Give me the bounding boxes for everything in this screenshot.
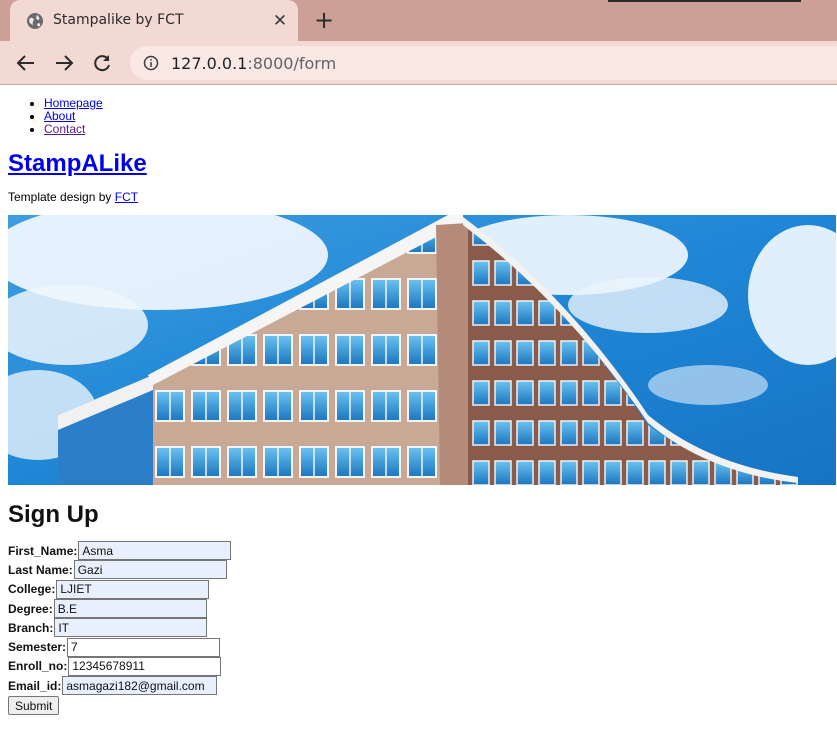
form-row-first-name: First_Name: (8, 541, 829, 561)
branch-input[interactable] (54, 618, 208, 638)
close-tab-icon[interactable]: ✕ (270, 11, 290, 31)
first-name-label: First_Name: (8, 543, 78, 558)
reload-icon[interactable] (91, 52, 113, 74)
tab-strip: Stampalike by FCT ✕ + (0, 0, 837, 41)
info-icon[interactable] (143, 55, 159, 71)
nav-link-about[interactable]: About (44, 109, 75, 123)
email-label: Email_id: (8, 678, 62, 693)
semester-label: Semester: (8, 640, 67, 655)
window-edge (608, 0, 801, 2)
nav-menu: Homepage About Contact (8, 97, 829, 136)
form-row-enroll-no: Enroll_no: (8, 656, 829, 676)
first-name-input[interactable] (78, 541, 232, 561)
url-text: 127.0.0.1:8000/form (171, 54, 336, 73)
browser-tab[interactable]: Stampalike by FCT ✕ (10, 0, 298, 41)
last-name-input[interactable] (73, 560, 227, 580)
enroll-no-label: Enroll_no: (8, 659, 68, 674)
back-arrow-icon[interactable] (15, 52, 37, 74)
url-path: :8000/form (247, 54, 337, 73)
page-content: Homepage About Contact StampALike Templa… (0, 97, 837, 716)
browser-chrome: Stampalike by FCT ✕ + 127.0.0.1:8000/for… (0, 0, 837, 85)
form-row-email: Email_id: (8, 676, 829, 696)
nav-item: Homepage (44, 97, 829, 110)
nav-link-contact[interactable]: Contact (44, 122, 85, 136)
credit-text: Template design by (8, 190, 115, 204)
submit-button[interactable]: Submit (8, 696, 60, 716)
new-tab-icon[interactable]: + (312, 8, 336, 33)
degree-input[interactable] (53, 599, 207, 619)
form-row-semester: Semester: (8, 637, 829, 657)
enroll-no-input[interactable] (68, 656, 222, 676)
url-host: 127.0.0.1 (171, 54, 248, 73)
form-row-degree: Degree: (8, 599, 829, 619)
site-title: StampALike (8, 150, 829, 178)
form-title: Sign Up (8, 501, 99, 528)
credit-link[interactable]: FCT (115, 190, 138, 204)
nav-item: About (44, 110, 829, 123)
tab-title: Stampalike by FCT (53, 12, 184, 28)
form-row-branch: Branch: (8, 618, 829, 638)
nav-item: Contact (44, 123, 829, 136)
signup-form: First_Name: Last Name: College: Degree: … (8, 541, 829, 716)
forward-arrow-icon[interactable] (53, 52, 75, 74)
browser-toolbar: 127.0.0.1:8000/form (0, 41, 837, 85)
college-label: College: (8, 582, 56, 597)
degree-label: Degree: (8, 601, 53, 616)
globe-icon (27, 13, 43, 29)
last-name-label: Last Name: (8, 562, 73, 577)
form-row-last-name: Last Name: (8, 560, 829, 580)
template-credit: Template design by FCT (8, 190, 829, 204)
nav-link-homepage[interactable]: Homepage (44, 96, 103, 110)
semester-input[interactable] (67, 637, 221, 657)
site-title-link[interactable]: StampALike (8, 150, 147, 177)
address-bar[interactable]: 127.0.0.1:8000/form (130, 46, 837, 80)
form-row-college: College: (8, 579, 829, 599)
branch-label: Branch: (8, 620, 54, 635)
college-input[interactable] (56, 579, 210, 599)
hero-building-image (8, 215, 836, 485)
email-input[interactable] (62, 676, 218, 696)
